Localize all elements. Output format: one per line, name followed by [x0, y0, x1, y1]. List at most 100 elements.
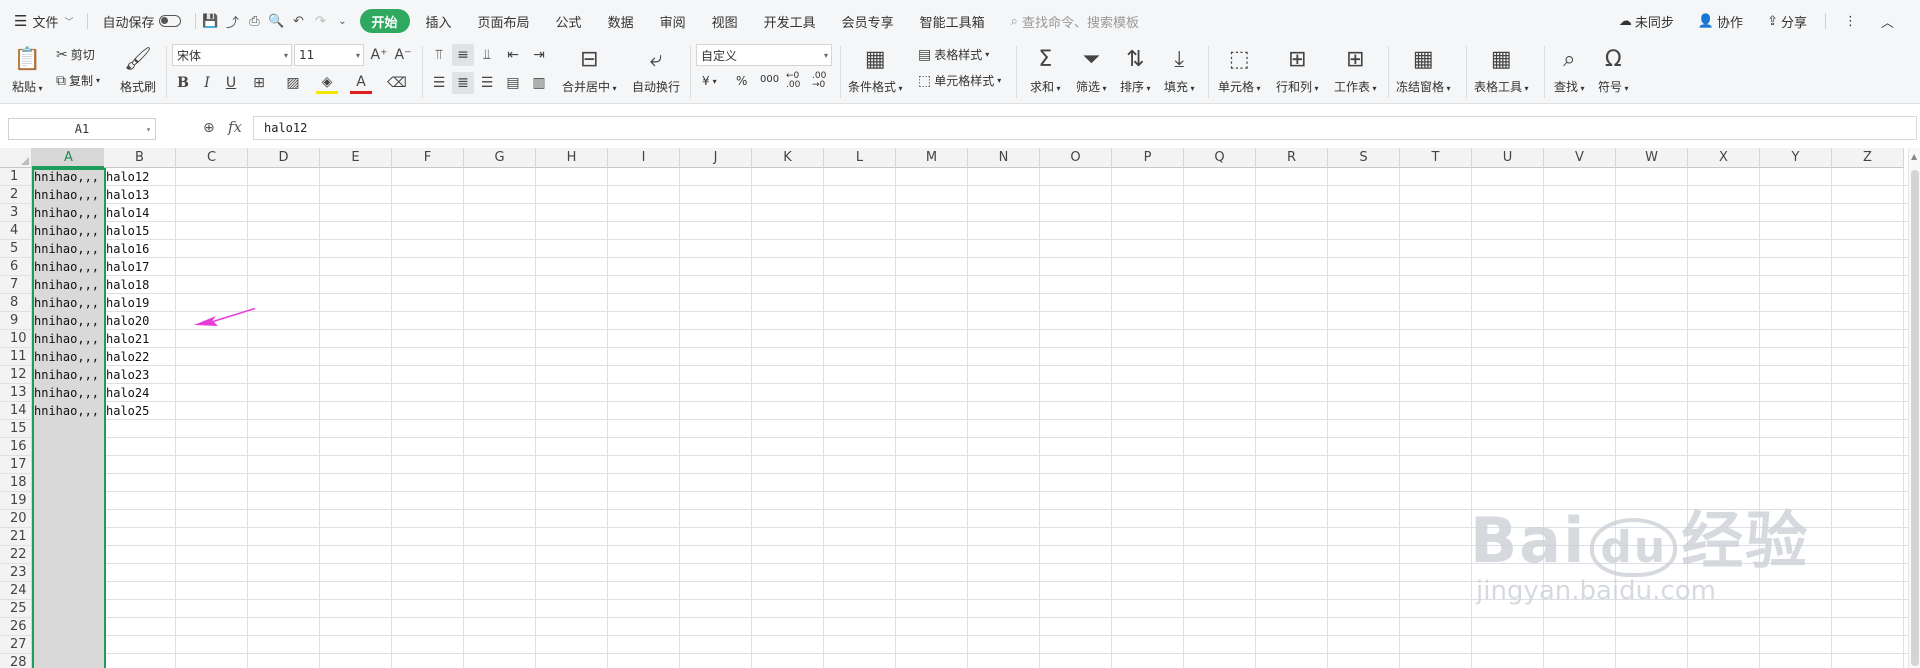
table-style-button[interactable]: ▤ 表格样式 ▾ — [918, 46, 989, 63]
row-header-28[interactable]: 28 — [0, 654, 32, 668]
merge-center-button[interactable]: ⊟ 合并居中 ▾ — [562, 46, 617, 95]
cell-b8[interactable]: halo19 — [106, 294, 177, 312]
row-header-17[interactable]: 17 — [0, 456, 32, 474]
cell-button[interactable]: ⬚ 单元格 ▾ — [1218, 46, 1261, 95]
font-color-icon[interactable]: A — [350, 72, 372, 94]
row-header-20[interactable]: 20 — [0, 510, 32, 528]
scroll-thumb[interactable] — [1911, 170, 1919, 666]
sync-button[interactable]: ☁ 未同步 — [1609, 9, 1684, 33]
wrap-text-button[interactable]: ⤶ 自动换行 — [632, 46, 680, 95]
row-header-7[interactable]: 7 — [0, 276, 32, 294]
column-header-l[interactable]: L — [824, 148, 896, 168]
cell-b14[interactable]: halo25 — [106, 402, 177, 420]
cell-b12[interactable]: halo23 — [106, 366, 177, 384]
column-header-h[interactable]: H — [536, 148, 608, 168]
format-painter-button[interactable]: 🖌 格式刷 — [120, 46, 156, 95]
cell-b13[interactable]: halo24 — [106, 384, 177, 402]
column-header-e[interactable]: E — [320, 148, 392, 168]
name-box[interactable]: A1 ▾ — [8, 118, 156, 140]
cell-b10[interactable]: halo21 — [106, 330, 177, 348]
cell-b7[interactable]: halo18 — [106, 276, 177, 294]
collab-button[interactable]: 👤 协作 — [1688, 9, 1753, 33]
tab-formulas[interactable]: 公式 — [546, 9, 592, 33]
column-header-s[interactable]: S — [1328, 148, 1400, 168]
formula-input[interactable]: halo12 — [253, 116, 1917, 140]
tab-developer[interactable]: 开发工具 — [754, 9, 826, 33]
row-header-5[interactable]: 5 — [0, 240, 32, 258]
number-format-select[interactable]: 自定义 ▾ — [696, 44, 832, 66]
row-header-18[interactable]: 18 — [0, 474, 32, 492]
cut-button[interactable]: ✂ 剪切 — [56, 46, 95, 63]
scroll-up-icon[interactable]: ▲ — [1911, 152, 1917, 161]
row-header-1[interactable]: 1 — [0, 168, 32, 186]
tab-view[interactable]: 视图 — [702, 9, 748, 33]
font-size-select[interactable]: 11 ▾ — [294, 44, 364, 66]
fill-button[interactable]: ⤓ 填充 ▾ — [1164, 46, 1195, 95]
sum-button[interactable]: Σ 求和 ▾ — [1030, 46, 1061, 95]
tab-review[interactable]: 审阅 — [650, 9, 696, 33]
row-header-4[interactable]: 4 — [0, 222, 32, 240]
cell-b4[interactable]: halo15 — [106, 222, 177, 240]
row-header-6[interactable]: 6 — [0, 258, 32, 276]
output-icon[interactable]: ⤴ — [222, 10, 244, 32]
column-header-w[interactable]: W — [1616, 148, 1688, 168]
collapse-ribbon-icon[interactable]: ︿ — [1871, 9, 1904, 33]
sort-button[interactable]: ⇅ 排序 ▾ — [1120, 46, 1151, 95]
cell-style-button[interactable]: ⬚ 单元格样式 ▾ — [918, 72, 1001, 89]
cell-area[interactable] — [32, 168, 1920, 668]
row-header-13[interactable]: 13 — [0, 384, 32, 402]
justify-icon[interactable]: ▤ — [502, 72, 524, 94]
more-quick-access-icon[interactable]: ⌄ — [332, 10, 354, 32]
command-search[interactable]: ⌕ 查找命令、搜索模板 — [1011, 12, 1139, 31]
row-header-3[interactable]: 3 — [0, 204, 32, 222]
tab-member[interactable]: 会员专享 — [832, 9, 904, 33]
column-header-q[interactable]: Q — [1184, 148, 1256, 168]
column-header-n[interactable]: N — [968, 148, 1040, 168]
column-header-p[interactable]: P — [1112, 148, 1184, 168]
row-header-21[interactable]: 21 — [0, 528, 32, 546]
insert-function-button[interactable]: fx — [228, 118, 242, 136]
share-button[interactable]: ⇪ 分享 — [1757, 9, 1817, 33]
worksheet-button[interactable]: ⊞ 工作表 ▾ — [1334, 46, 1377, 95]
redo-icon[interactable]: ↷ — [310, 10, 332, 32]
row-header-11[interactable]: 11 — [0, 348, 32, 366]
increase-font-icon[interactable]: A⁺ — [368, 44, 390, 66]
align-top-icon[interactable]: ⫪ — [428, 44, 450, 66]
align-center-icon[interactable]: ≣ — [452, 72, 474, 94]
clear-format-icon[interactable]: ⌫ — [386, 72, 408, 94]
column-header-y[interactable]: Y — [1760, 148, 1832, 168]
spreadsheet-grid[interactable]: ABCDEFGHIJKLMNOPQRSTUVWXYZ 1 2 3 4 5 6 7 8 9 10 11… — [0, 148, 1920, 668]
column-header-r[interactable]: R — [1256, 148, 1328, 168]
decrease-font-icon[interactable]: A⁻ — [392, 44, 414, 66]
save-icon[interactable]: 💾 — [200, 10, 222, 32]
tab-smart-toolbox[interactable]: 智能工具箱 — [910, 9, 995, 33]
decrease-decimal-icon[interactable]: .00 →0 — [812, 72, 826, 90]
column-header-g[interactable]: G — [464, 148, 536, 168]
print-icon[interactable]: ⎙ — [244, 10, 266, 32]
thousands-button[interactable]: 000 — [760, 74, 779, 85]
tab-data[interactable]: 数据 — [598, 9, 644, 33]
cell-b3[interactable]: halo14 — [106, 204, 177, 222]
filter-button[interactable]: ⏷ 筛选 ▾ — [1076, 46, 1107, 95]
tab-page-layout[interactable]: 页面布局 — [468, 9, 540, 33]
increase-indent-icon[interactable]: ⇥ — [528, 44, 550, 66]
currency-button[interactable]: ¥ ▾ — [702, 74, 717, 88]
column-header-i[interactable]: I — [608, 148, 680, 168]
row-header-24[interactable]: 24 — [0, 582, 32, 600]
file-menu[interactable]: ☰ 文件 ﹀ — [0, 9, 83, 33]
column-header-c[interactable]: C — [176, 148, 248, 168]
column-header-x[interactable]: X — [1688, 148, 1760, 168]
align-bottom-icon[interactable]: ⫫ — [476, 44, 498, 66]
undo-icon[interactable]: ↶ — [288, 10, 310, 32]
print-preview-icon[interactable]: 🔍 — [266, 10, 288, 32]
row-header-27[interactable]: 27 — [0, 636, 32, 654]
cell-b11[interactable]: halo22 — [106, 348, 177, 366]
column-header-o[interactable]: O — [1040, 148, 1112, 168]
distribute-icon[interactable]: ▥ — [528, 72, 550, 94]
column-header-b[interactable]: B — [104, 148, 176, 168]
row-header-15[interactable]: 15 — [0, 420, 32, 438]
row-header-16[interactable]: 16 — [0, 438, 32, 456]
zoom-icon[interactable]: ⊕ — [203, 120, 215, 136]
row-header-23[interactable]: 23 — [0, 564, 32, 582]
increase-decimal-icon[interactable]: ←0.00 — [786, 72, 800, 90]
